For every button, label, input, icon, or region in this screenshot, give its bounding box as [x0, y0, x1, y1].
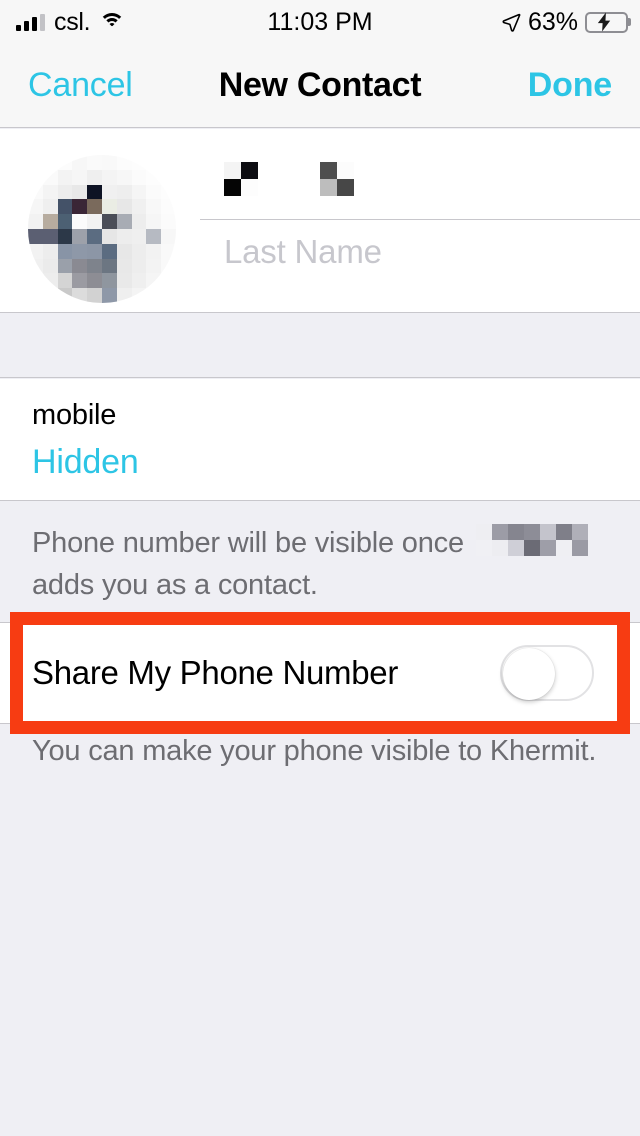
name-fields: Last Name — [200, 129, 640, 313]
phone-screen: csl. 11:03 PM 63% Cancel New Contact Don… — [0, 0, 640, 1136]
share-phone-note-text: You can make your phone visible to Kherm… — [32, 735, 597, 767]
note-text-after: adds you as a contact. — [32, 569, 318, 601]
phone-label: mobile — [32, 399, 117, 431]
section-gap — [0, 314, 640, 378]
name-field-divider — [200, 219, 640, 220]
page-title: New Contact — [218, 66, 422, 104]
first-name-input[interactable] — [200, 156, 640, 218]
contact-header-card: Last Name — [0, 129, 640, 313]
redacted-contact-name — [475, 516, 588, 567]
contact-photo-pixelated — [28, 155, 176, 303]
phone-value[interactable]: Hidden — [32, 443, 139, 482]
phone-visibility-note-text: Phone number will be visible once adds y… — [32, 516, 612, 603]
status-bar-right: 63% — [501, 7, 631, 37]
lightning-bolt-icon — [597, 12, 611, 32]
phone-visibility-note: Phone number will be visible once adds y… — [0, 502, 640, 612]
share-my-phone-number-row[interactable]: Share My Phone Number — [0, 622, 640, 724]
last-name-input-placeholder[interactable]: Last Name — [224, 233, 382, 271]
battery-charging-icon — [585, 11, 631, 33]
navigation-bar: Cancel New Contact Done — [0, 44, 640, 128]
phone-row[interactable]: mobile Hidden — [0, 379, 640, 501]
avatar[interactable] — [28, 155, 176, 303]
note-text-before: Phone number will be visible once — [32, 527, 464, 559]
share-my-phone-number-label: Share My Phone Number — [32, 654, 399, 691]
status-bar: csl. 11:03 PM 63% — [0, 0, 640, 44]
share-my-phone-number-toggle[interactable] — [500, 645, 594, 701]
location-arrow-icon — [502, 13, 521, 32]
battery-percentage: 63% — [527, 7, 578, 36]
toggle-knob — [503, 648, 555, 700]
